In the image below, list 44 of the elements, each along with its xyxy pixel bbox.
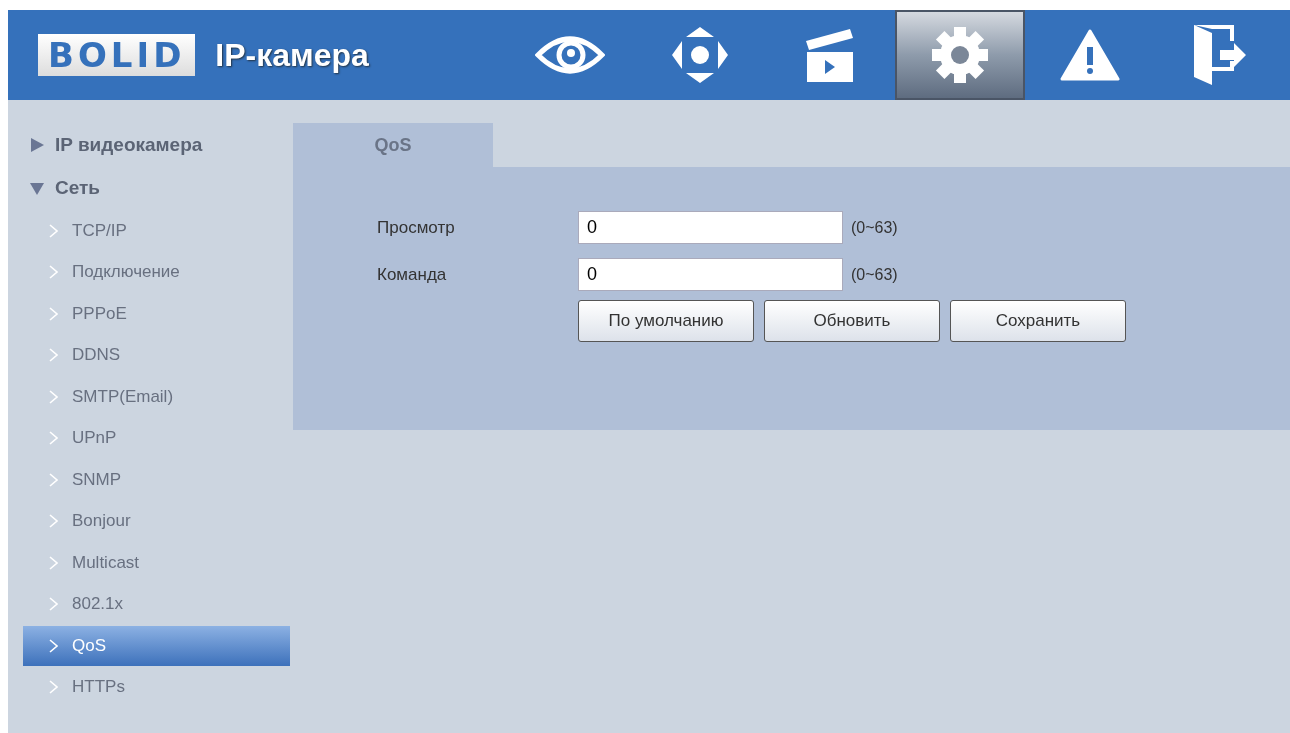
- input-field[interactable]: 0: [578, 211, 843, 244]
- eye-icon: [535, 33, 606, 77]
- refresh-button[interactable]: Обновить: [764, 300, 940, 342]
- save-button[interactable]: Сохранить: [950, 300, 1126, 342]
- nav-button[interactable]: [895, 10, 1026, 100]
- chevron-right-icon: [49, 389, 58, 404]
- sidebar-section[interactable]: Сеть: [23, 166, 290, 209]
- field-label: Просмотр: [376, 217, 456, 238]
- chevron-right-icon: [49, 223, 58, 238]
- sidebar-item[interactable]: HTTPs: [23, 667, 290, 707]
- range-hint: (0~63): [851, 218, 898, 237]
- chevron-right-icon: [49, 638, 58, 653]
- chevron-right-icon: [49, 555, 58, 570]
- sidebar-item[interactable]: Multicast: [23, 542, 290, 583]
- gear-icon: [930, 25, 991, 85]
- chevron-right-icon: [49, 306, 58, 321]
- sidebar-item[interactable]: Подключение: [23, 252, 290, 292]
- logo: BOLID: [38, 34, 196, 76]
- sidebar-section[interactable]: IP видеокамера: [23, 123, 290, 166]
- app-title: IP-камера: [215, 36, 370, 74]
- chevron-right-icon: [49, 431, 58, 445]
- chevron-right-icon: [49, 514, 58, 528]
- chevron-right-icon: [49, 265, 58, 279]
- sidebar-item[interactable]: SMTP(Email): [23, 376, 290, 417]
- directional-arrows-icon: [670, 25, 731, 85]
- sidebar-item[interactable]: PPPoE: [23, 293, 290, 334]
- input-field[interactable]: 0: [578, 258, 843, 291]
- sidebar-item[interactable]: Bonjour: [23, 501, 290, 541]
- sidebar-item[interactable]: DDNS: [23, 335, 290, 375]
- sidebar-item[interactable]: 802.1x: [23, 584, 290, 624]
- chevron-right-icon: [49, 348, 58, 362]
- default-button[interactable]: По умолчанию: [578, 300, 754, 342]
- chevron-right-icon: [49, 597, 58, 611]
- sidebar-item[interactable]: SNMP: [23, 459, 290, 500]
- chevron-right-icon: [49, 680, 58, 694]
- exit-door-icon: [1192, 23, 1249, 87]
- range-hint: (0~63): [851, 265, 898, 284]
- sidebar-item[interactable]: QoS: [23, 625, 290, 666]
- sidebar-item[interactable]: UPnP: [23, 418, 290, 458]
- field-label: Команда: [376, 264, 448, 285]
- sidebar-item[interactable]: TCP/IP: [23, 210, 290, 251]
- chevron-right-icon: [49, 472, 58, 487]
- tab[interactable]: QoS: [293, 123, 493, 167]
- warning-icon: [1060, 29, 1121, 81]
